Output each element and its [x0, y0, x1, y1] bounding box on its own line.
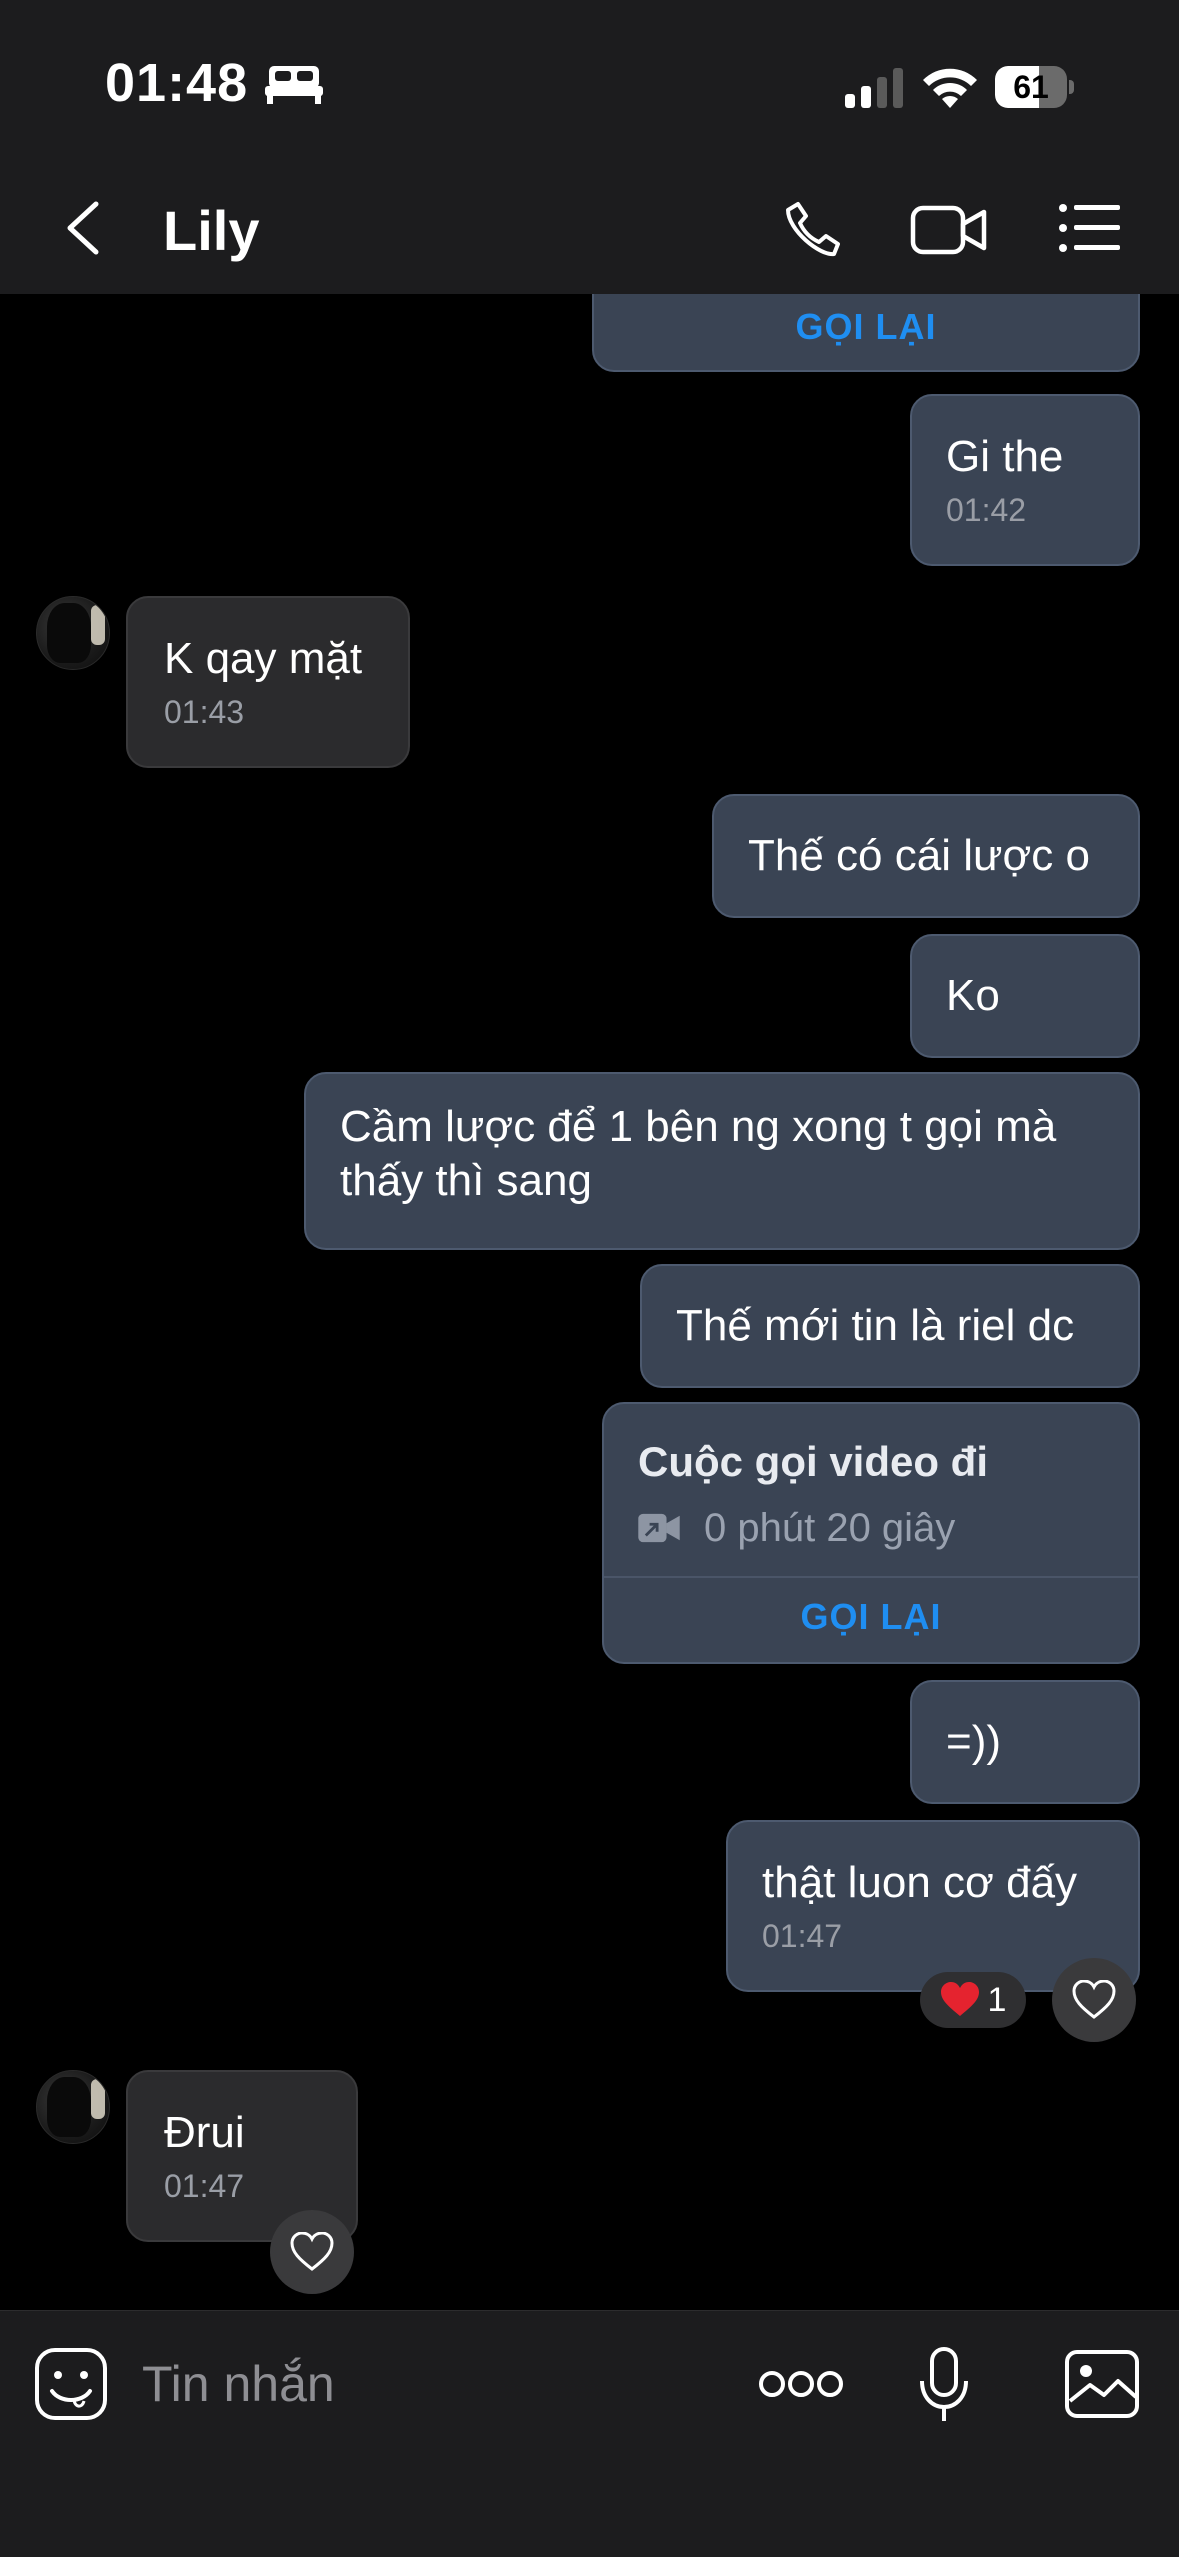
battery-percentage: 61 [1013, 69, 1049, 105]
video-call-card[interactable]: Cuộc gọi video đi 0 phút 20 giây GỌI LẠI [602, 1402, 1140, 1664]
message-text: Đrui [164, 2108, 245, 2157]
composer-bar: Tin nhắn [0, 2310, 1179, 2557]
incoming-message[interactable]: K qay mặt 01:43 [126, 596, 410, 768]
chat-header: Lily [0, 160, 1179, 295]
react-heart-button[interactable] [270, 2210, 354, 2294]
message-time: 01:47 [164, 2168, 245, 2204]
outgoing-message[interactable]: Ko [910, 934, 1140, 1058]
video-call-icon[interactable] [910, 202, 988, 258]
back-chevron-icon[interactable] [62, 200, 106, 256]
callback-button[interactable]: GỌI LẠI [604, 1596, 1138, 1638]
message-text: thật luon cơ đấy [762, 1858, 1078, 1907]
heart-outline-icon [1072, 1980, 1116, 2019]
react-heart-button[interactable] [1052, 1958, 1136, 2042]
message-text: Ko [946, 971, 1000, 1020]
call-duration: 0 phút 20 giây [704, 1506, 956, 1550]
heart-outline-icon [290, 2232, 334, 2271]
message-text: Thế có cái lược o [748, 831, 1090, 880]
message-text: =)) [946, 1717, 1001, 1766]
video-camera-icon [638, 1513, 680, 1543]
contact-avatar[interactable] [36, 2070, 110, 2144]
menu-list-icon[interactable] [1058, 202, 1120, 254]
message-input[interactable]: Tin nhắn [142, 2355, 335, 2413]
call-card-divider [604, 1576, 1138, 1578]
message-time: 01:47 [762, 1918, 843, 1954]
reaction-pill[interactable]: 1 [920, 1972, 1026, 2028]
outgoing-message[interactable]: =)) [910, 1680, 1140, 1804]
outgoing-message[interactable]: Cầm lược để 1 bên ng xong t gọi mà thấy … [304, 1072, 1140, 1250]
outgoing-message[interactable]: Thế có cái lược o [712, 794, 1140, 918]
message-text: Gi the [946, 432, 1064, 481]
outgoing-message[interactable]: Gi the 01:42 [910, 394, 1140, 566]
more-options-icon[interactable] [758, 2369, 844, 2399]
callback-button[interactable]: GỌI LẠI [594, 306, 1138, 348]
message-time: 01:42 [946, 492, 1027, 528]
emoji-sticker-icon[interactable] [34, 2347, 108, 2421]
sleep-mode-icon [265, 66, 323, 104]
call-card-partial[interactable]: GỌI LẠI [592, 294, 1140, 372]
contact-name[interactable]: Lily [163, 198, 259, 263]
outgoing-message[interactable]: Thế mới tin là riel dc [640, 1264, 1140, 1388]
message-time: 01:43 [164, 694, 245, 730]
phone-call-icon[interactable] [780, 198, 844, 262]
cellular-signal-icon [845, 68, 903, 108]
red-heart-icon [940, 1982, 979, 2016]
message-list[interactable]: GỌI LẠI Gi the 01:42 K qay mặt 01:43 Thế… [0, 294, 1179, 2310]
battery-indicator: 61 [995, 66, 1075, 110]
status-time: 01:48 [105, 53, 249, 113]
wifi-icon [923, 68, 977, 108]
image-gallery-icon[interactable] [1064, 2349, 1140, 2419]
message-text: K qay mặt [164, 634, 363, 683]
message-text: Cầm lược để 1 bên ng xong t gọi mà thấy … [340, 1102, 1057, 1205]
message-text: Thế mới tin là riel dc [676, 1301, 1075, 1350]
microphone-icon[interactable] [918, 2347, 970, 2425]
call-title: Cuộc gọi video đi [638, 1438, 989, 1485]
reaction-count: 1 [987, 1980, 1007, 2019]
contact-avatar[interactable] [36, 596, 110, 670]
status-bar: 01:48 61 [0, 0, 1179, 160]
